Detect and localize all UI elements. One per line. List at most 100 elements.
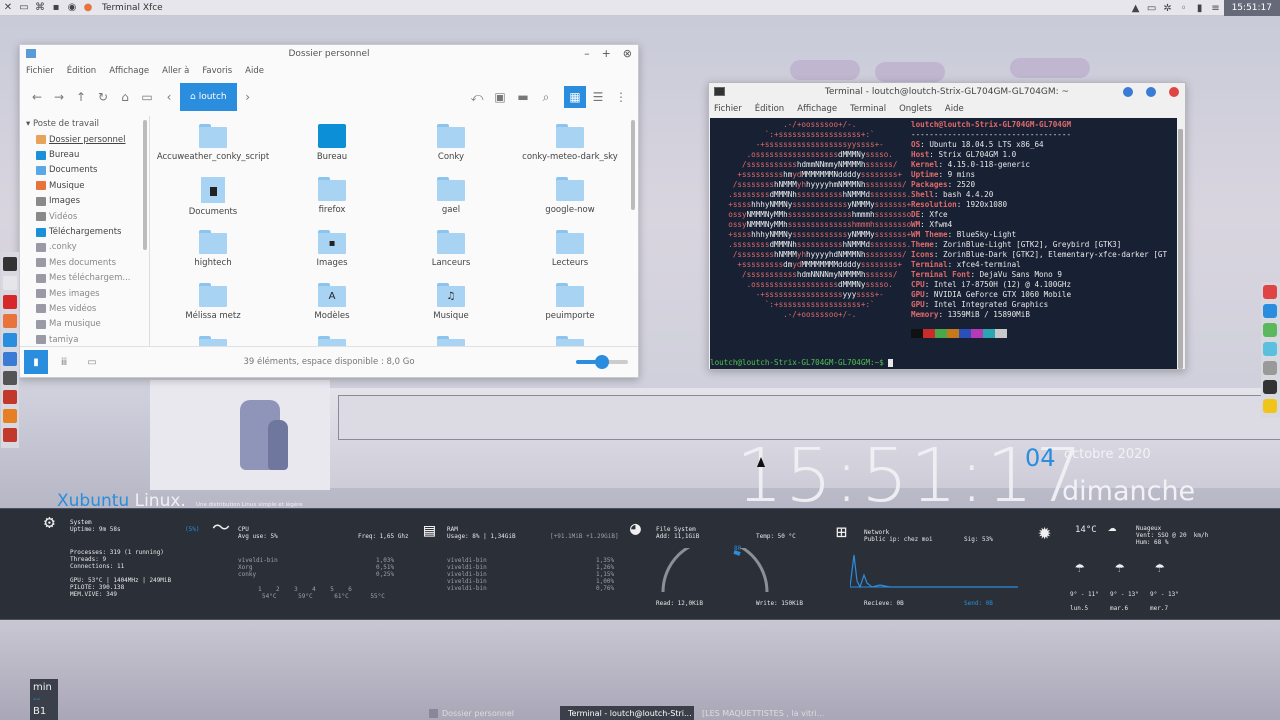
home-icon[interactable]: ⌂	[114, 86, 136, 108]
menu-terminal[interactable]: Terminal	[850, 104, 886, 114]
sidebar-item[interactable]: Mes documents	[26, 255, 149, 270]
maximize-icon[interactable]	[1146, 87, 1156, 97]
desktop-icon[interactable]: ▭	[16, 0, 32, 16]
file-item[interactable]: Bureau	[273, 122, 391, 175]
firefox-icon[interactable]	[3, 314, 17, 328]
sidebar-item[interactable]: Bureau	[26, 147, 149, 162]
browser-icon[interactable]	[3, 352, 17, 366]
menu-edition[interactable]: Édition	[755, 104, 784, 114]
file-grid-scrollbar[interactable]	[631, 120, 635, 210]
menu-aller[interactable]: Aller à	[162, 66, 189, 76]
menu-aide[interactable]: Aide	[945, 104, 964, 114]
file-item[interactable]: gael	[392, 175, 510, 228]
sidebar-item[interactable]: Mes vidéos	[26, 301, 149, 316]
terminal-scrollbar[interactable]	[1178, 129, 1183, 369]
location-button[interactable]: ⌂ loutch	[180, 83, 237, 111]
file-manager-titlebar[interactable]: Dossier personnel – + ⊗	[20, 45, 638, 62]
terminal-here-icon[interactable]: ▣	[489, 86, 511, 108]
search-icon[interactable]: ⌕	[535, 86, 557, 108]
sidebar-item[interactable]: Musique	[26, 178, 149, 193]
sidebar-item[interactable]: Vidéos	[26, 209, 149, 224]
compact-view-icon[interactable]: ⋮	[610, 86, 632, 108]
sidebar-item[interactable]: Mes images	[26, 286, 149, 301]
sidebar-header[interactable]: ▾ Poste de travail	[26, 116, 149, 132]
sidebar-scrollbar[interactable]	[143, 120, 147, 250]
workspace-switcher[interactable]: min -- B1	[30, 679, 58, 720]
file-item[interactable]	[154, 334, 272, 346]
minimize-icon[interactable]: –	[584, 47, 590, 60]
path-right-icon[interactable]: ›	[237, 86, 259, 108]
undo-icon[interactable]: ⤺	[466, 86, 488, 108]
battery-icon[interactable]: ▮	[1192, 0, 1208, 16]
file-item[interactable]	[273, 334, 391, 346]
thunderbird-icon[interactable]	[3, 333, 17, 347]
menu-aide[interactable]: Aide	[245, 66, 264, 76]
menu-favoris[interactable]: Favoris	[202, 66, 232, 76]
tree-toggle-icon[interactable]: ⅲ	[52, 350, 76, 374]
file-item[interactable]: Conky	[392, 122, 510, 175]
list-view-icon[interactable]: ☰	[587, 86, 609, 108]
file-item[interactable]: Documents	[154, 175, 272, 228]
taskbar-item-terminal[interactable]: Terminal - loutch@loutch-Stri...	[560, 706, 694, 720]
maximize-icon[interactable]: +	[602, 47, 611, 60]
app-icon[interactable]	[3, 409, 17, 423]
menu-fichier[interactable]: Fichier	[714, 104, 742, 114]
computer-icon[interactable]: ▭	[136, 86, 158, 108]
file-item[interactable]: peuimporte	[511, 281, 629, 334]
settings-icon[interactable]: ✲	[1160, 0, 1176, 16]
vivaldi-icon[interactable]	[3, 295, 17, 309]
menu-icon[interactable]: ≡	[1208, 0, 1224, 16]
menu-onglets[interactable]: Onglets	[899, 104, 932, 114]
network-icon[interactable]: ⌘	[32, 0, 48, 16]
terminal-launcher-icon[interactable]: ▪	[48, 0, 64, 16]
file-item[interactable]: firefox	[273, 175, 391, 228]
alert-icon[interactable]	[1263, 285, 1277, 299]
file-item[interactable]: ▪ Images	[273, 228, 391, 281]
app-icon[interactable]	[1263, 380, 1277, 394]
notes-icon[interactable]	[1263, 399, 1277, 413]
file-item[interactable]: A Modèles	[273, 281, 391, 334]
file-item[interactable]: ♫ Musique	[392, 281, 510, 334]
terminal-titlebar[interactable]: Terminal - loutch@loutch-Strix-GL704GM-G…	[709, 83, 1185, 101]
app-icon[interactable]	[3, 390, 17, 404]
sidebar-item[interactable]: Ma musique	[26, 317, 149, 332]
sidebar-item[interactable]: Documents	[26, 163, 149, 178]
weather-icon[interactable]	[1263, 342, 1277, 356]
panel-toggle-icon[interactable]: ▭	[80, 350, 104, 374]
app-icon[interactable]	[1263, 361, 1277, 375]
close-icon[interactable]	[1169, 87, 1179, 97]
sidebar-item[interactable]: Téléchargements	[26, 224, 149, 239]
file-item[interactable]: Lecteurs	[511, 228, 629, 281]
window-icon[interactable]: ▭	[1144, 0, 1160, 16]
file-item[interactable]: Accuweather_conky_script	[154, 122, 272, 175]
sidebar-item[interactable]: .conky	[26, 240, 149, 255]
android-icon[interactable]	[1263, 323, 1277, 337]
menu-affichage[interactable]: Affichage	[109, 66, 149, 76]
app-icon[interactable]	[3, 428, 17, 442]
minimize-icon[interactable]	[1123, 87, 1133, 97]
tray-icon[interactable]: ◦	[1176, 0, 1192, 16]
taskbar-item-file-manager[interactable]: Dossier personnel	[425, 706, 557, 720]
sidebar-toggle-icon[interactable]: ▮	[24, 350, 48, 374]
dock-item-icon[interactable]	[3, 276, 17, 290]
terminal-launcher-icon[interactable]	[3, 257, 17, 271]
menu-affichage[interactable]: Affichage	[797, 104, 837, 114]
file-item[interactable]	[392, 334, 510, 346]
file-item[interactable]: Lanceurs	[392, 228, 510, 281]
up-icon[interactable]: ↑	[70, 86, 92, 108]
close-icon[interactable]: ⊗	[623, 47, 632, 60]
reload-icon[interactable]: ↻	[92, 86, 114, 108]
sidebar-item[interactable]: tamiya	[26, 332, 149, 346]
file-item[interactable]: hightech	[154, 228, 272, 281]
menu-fichier[interactable]: Fichier	[26, 66, 54, 76]
panel-clock[interactable]: 15:51:17	[1223, 0, 1280, 16]
menu-edition[interactable]: Édition	[67, 66, 96, 76]
browser-icon[interactable]: ◉	[64, 0, 80, 16]
app-menu-icon[interactable]: ✕	[0, 0, 16, 16]
icon-view-icon[interactable]: ▦	[564, 86, 586, 108]
taskbar-item-browser[interactable]: [LES MAQUETTISTES , la vitri...	[694, 706, 828, 720]
sidebar-item[interactable]: Mes téléchargem...	[26, 271, 149, 286]
forward-icon[interactable]: →	[48, 86, 70, 108]
file-item[interactable]	[511, 334, 629, 346]
file-item[interactable]: conky-meteo-dark_sky	[511, 122, 629, 175]
